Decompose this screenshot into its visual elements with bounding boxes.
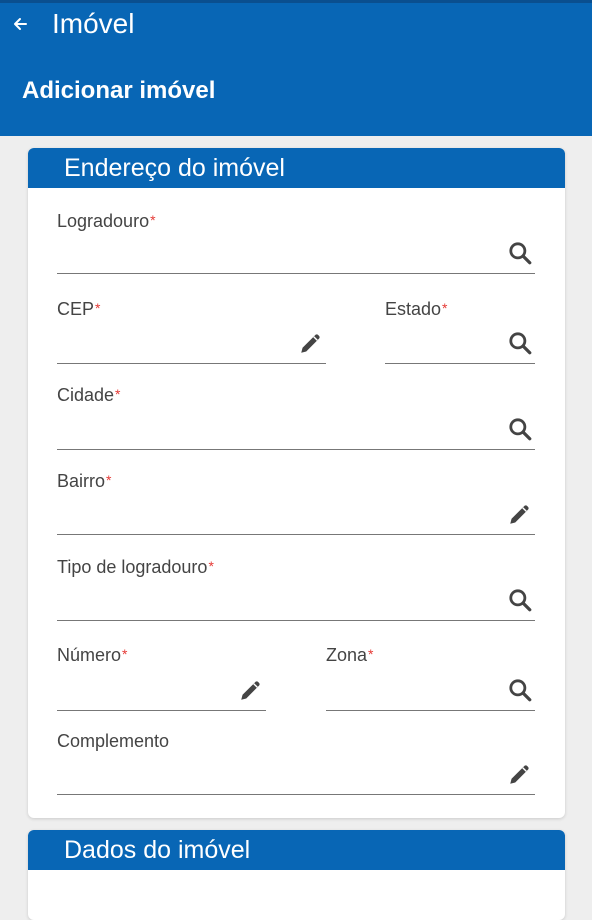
address-card: Endereço do imóvel Logradouro* CEP* Esta… — [28, 148, 565, 818]
input-underline — [57, 534, 535, 535]
cidade-label: Cidade — [57, 385, 115, 405]
input-underline — [57, 710, 266, 711]
required-marker: * — [208, 558, 214, 574]
estado-field[interactable]: Estado* — [385, 298, 535, 364]
property-section-title: Dados do imóvel — [28, 830, 565, 870]
status-divider — [0, 0, 592, 3]
search-icon[interactable] — [505, 585, 535, 615]
app-title: Imóvel — [52, 8, 135, 39]
input-underline — [57, 449, 535, 450]
app-bar: Imóvel Adicionar imóvel — [0, 0, 592, 136]
address-section-title: Endereço do imóvel — [28, 148, 565, 188]
estado-label: Estado — [385, 299, 442, 319]
required-marker: * — [95, 300, 101, 316]
cep-field[interactable]: CEP* — [57, 298, 326, 364]
property-data-card: Dados do imóvel — [28, 830, 565, 920]
logradouro-field[interactable]: Logradouro* — [57, 210, 535, 274]
back-arrow-icon — [14, 18, 27, 30]
pencil-icon[interactable] — [236, 675, 266, 705]
zona-label: Zona — [326, 645, 368, 665]
page-subtitle: Adicionar imóvel — [22, 77, 216, 104]
required-marker: * — [150, 212, 156, 228]
cep-label: CEP — [57, 299, 95, 319]
input-underline — [57, 620, 535, 621]
tipo-logradouro-field[interactable]: Tipo de logradouro* — [57, 556, 535, 621]
input-underline — [385, 363, 535, 364]
pencil-icon[interactable] — [296, 328, 326, 358]
logradouro-label: Logradouro — [57, 211, 150, 231]
required-marker: * — [368, 646, 374, 662]
pencil-icon[interactable] — [505, 759, 535, 789]
zona-field[interactable]: Zona* — [326, 644, 535, 711]
cidade-field[interactable]: Cidade* — [57, 384, 535, 450]
back-button[interactable] — [8, 10, 32, 38]
numero-label: Número — [57, 645, 122, 665]
search-icon[interactable] — [505, 328, 535, 358]
search-icon[interactable] — [505, 414, 535, 444]
input-underline — [57, 794, 535, 795]
search-icon[interactable] — [505, 675, 535, 705]
bairro-field[interactable]: Bairro* — [57, 470, 535, 535]
search-icon[interactable] — [505, 238, 535, 268]
numero-field[interactable]: Número* — [57, 644, 266, 711]
pencil-icon[interactable] — [505, 499, 535, 529]
complemento-field[interactable]: Complemento — [57, 730, 535, 795]
tipo-logradouro-label: Tipo de logradouro — [57, 557, 208, 577]
complemento-label: Complemento — [57, 731, 170, 751]
required-marker: * — [106, 472, 112, 488]
bairro-label: Bairro — [57, 471, 106, 491]
input-underline — [57, 273, 535, 274]
required-marker: * — [442, 300, 448, 316]
input-underline — [326, 710, 535, 711]
input-underline — [57, 363, 326, 364]
required-marker: * — [115, 386, 121, 402]
required-marker: * — [122, 646, 128, 662]
